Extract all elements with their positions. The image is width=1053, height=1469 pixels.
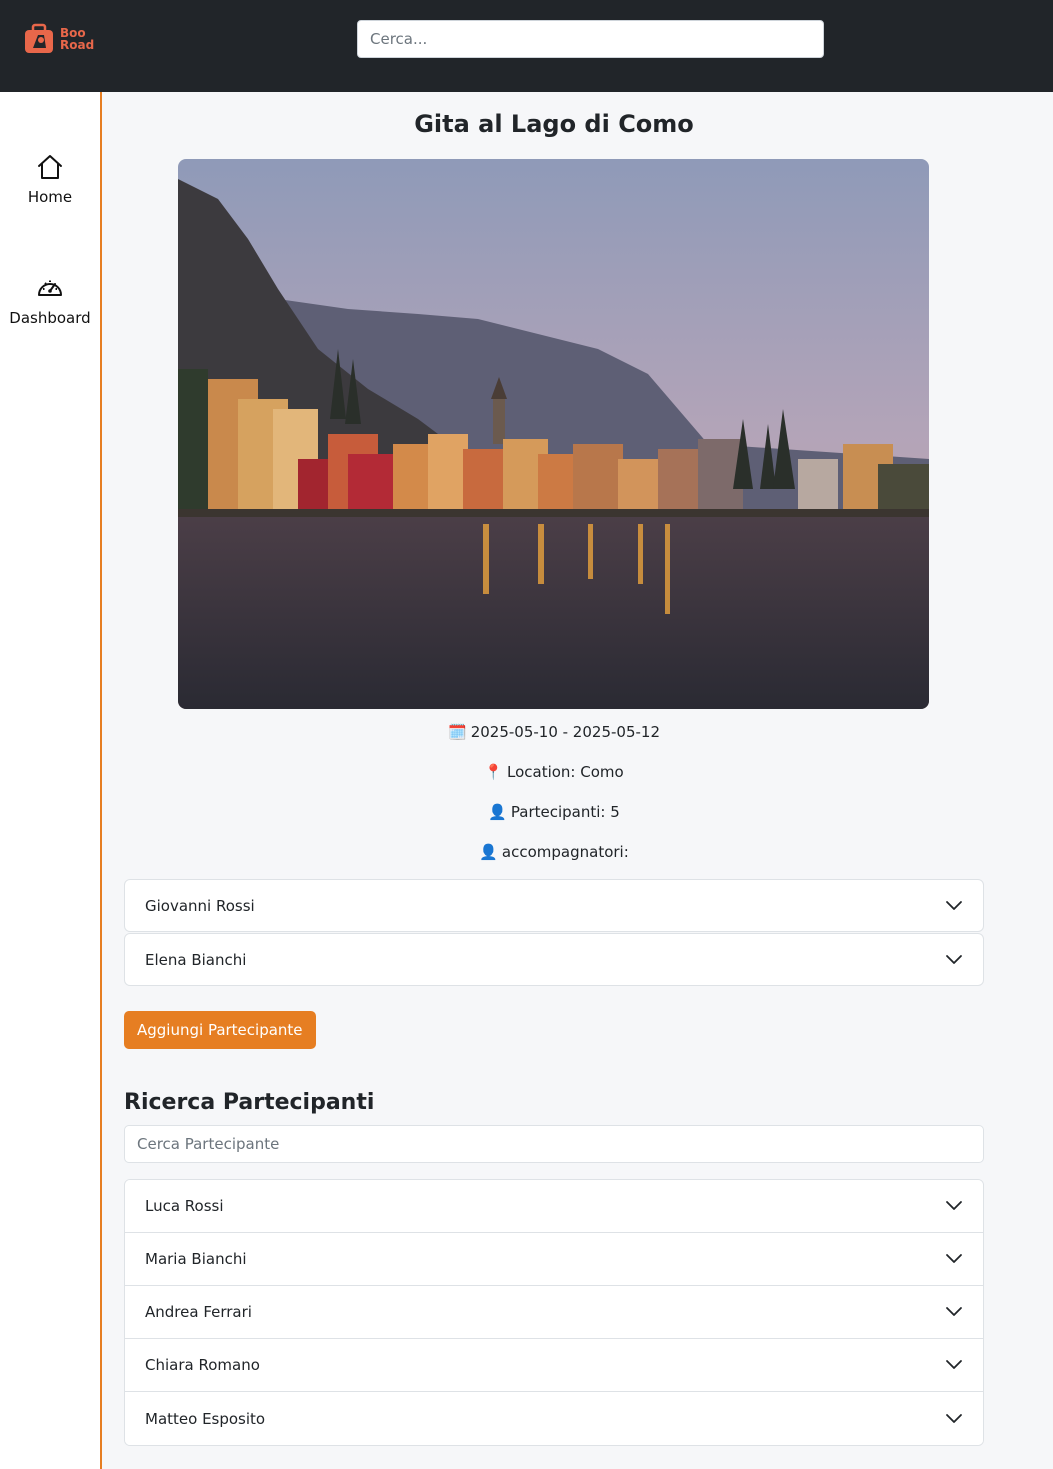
participant-item[interactable]: Matteo Esposito	[125, 1392, 983, 1445]
chevron-down-icon	[946, 1307, 962, 1316]
main-content: Gita al Lago di Como 🗓️ 2025-05-10 - 202…	[102, 92, 1053, 1469]
sidebar-item-label: Dashboard	[9, 309, 91, 327]
trip-location: 📍 Location: Como	[102, 763, 1006, 781]
participant-item[interactable]: Maria Bianchi	[125, 1233, 983, 1286]
calendar-icon: 🗓️	[448, 723, 467, 741]
companion-name: Giovanni Rossi	[145, 896, 255, 915]
trip-dates-text: 2025-05-10 - 2025-05-12	[470, 723, 660, 741]
participant-item[interactable]: Chiara Romano	[125, 1339, 983, 1392]
sidebar-item-label: Home	[27, 188, 73, 206]
participant-search-input[interactable]	[124, 1125, 984, 1163]
chevron-down-icon	[946, 1413, 962, 1423]
dashboard-gauge-icon	[38, 280, 62, 296]
brand-name: Boo Road	[60, 27, 94, 51]
participant-name: Andrea Ferrari	[145, 1303, 252, 1321]
brand-line-2: Road	[60, 38, 95, 52]
participant-name: Luca Rossi	[145, 1197, 224, 1215]
sidebar: Home Dashboard	[0, 92, 102, 1469]
chevron-down-icon	[946, 954, 962, 964]
participant-name: Matteo Esposito	[145, 1409, 266, 1428]
chevron-down-icon	[946, 1360, 962, 1369]
participants-accordion: Luca Rossi Maria Bianchi Andrea Ferrari …	[124, 1179, 984, 1446]
trip-participants-count: 👤 Partecipanti: 5	[102, 803, 1006, 821]
trip-dates: 🗓️ 2025-05-10 - 2025-05-12	[102, 723, 1006, 741]
brand-logo[interactable]: Boo Road	[22, 22, 94, 56]
companions-accordion: Giovanni Rossi Elena Bianchi	[124, 879, 984, 987]
global-search-input[interactable]	[357, 20, 824, 58]
participant-item[interactable]: Andrea Ferrari	[125, 1286, 983, 1339]
participant-search-title: Ricerca Partecipanti	[124, 1090, 375, 1115]
companion-name: Elena Bianchi	[145, 950, 247, 969]
companion-item[interactable]: Elena Bianchi	[124, 933, 984, 986]
trip-location-text: Location: Como	[506, 763, 624, 781]
participant-name: Maria Bianchi	[145, 1250, 247, 1268]
user-icon: 👤	[488, 803, 507, 821]
trip-companions-label: 👤 accompagnatori:	[102, 843, 1006, 861]
location-pin-icon: 📍	[484, 763, 503, 781]
sidebar-item-home[interactable]: Home	[0, 152, 100, 206]
add-participant-button[interactable]: Aggiungi Partecipante	[124, 1011, 316, 1049]
lake-como-photo	[178, 159, 929, 709]
top-navbar: Boo Road	[0, 0, 1053, 92]
participant-name: Chiara Romano	[145, 1356, 260, 1374]
home-icon	[38, 155, 62, 179]
participant-item[interactable]: Luca Rossi	[125, 1180, 983, 1233]
trip-companions-text: accompagnatori:	[501, 843, 629, 861]
companion-item[interactable]: Giovanni Rossi	[124, 879, 984, 932]
chevron-down-icon	[946, 1254, 962, 1263]
suitcase-logo-icon	[25, 23, 53, 53]
user-icon: 👤	[479, 843, 498, 861]
trip-participants-text: Partecipanti: 5	[510, 803, 620, 821]
trip-hero-image	[178, 159, 929, 709]
page-title: Gita al Lago di Como	[414, 110, 694, 138]
chevron-down-icon	[946, 1201, 962, 1210]
chevron-down-icon	[946, 900, 962, 910]
sidebar-item-dashboard[interactable]: Dashboard	[0, 273, 100, 327]
